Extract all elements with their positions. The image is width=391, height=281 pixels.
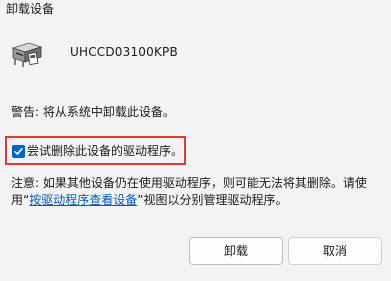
view-devices-by-driver-link[interactable]: 按驱动程序查看设备 [29,193,137,207]
uninstall-button[interactable]: 卸载 [189,237,283,265]
delete-driver-label[interactable]: 尝试删除此设备的驱动程序。 [27,143,183,159]
device-name: UHCCD03100KPB [70,45,178,59]
dialog-title: 卸载设备 [6,2,55,16]
warning-text: 警告: 将从系统中卸载此设备。 [11,105,175,119]
checkmark-icon [14,147,23,155]
cancel-button[interactable]: 取消 [288,237,382,265]
delete-driver-checkbox[interactable] [12,145,25,158]
note-suffix: ”视图以分别管理驱动程序。 [137,193,288,207]
note-text: 注意: 如果其他设备仍在使用驱动程序，则可能无法将其删除。请使用“按驱动程序查看… [11,175,387,209]
card-reader-device-icon [11,40,43,68]
uninstall-device-dialog: 卸载设备 UHCCD03100KPB 警告: 将从系统中卸载此设备。 尝试删除此… [0,0,391,281]
